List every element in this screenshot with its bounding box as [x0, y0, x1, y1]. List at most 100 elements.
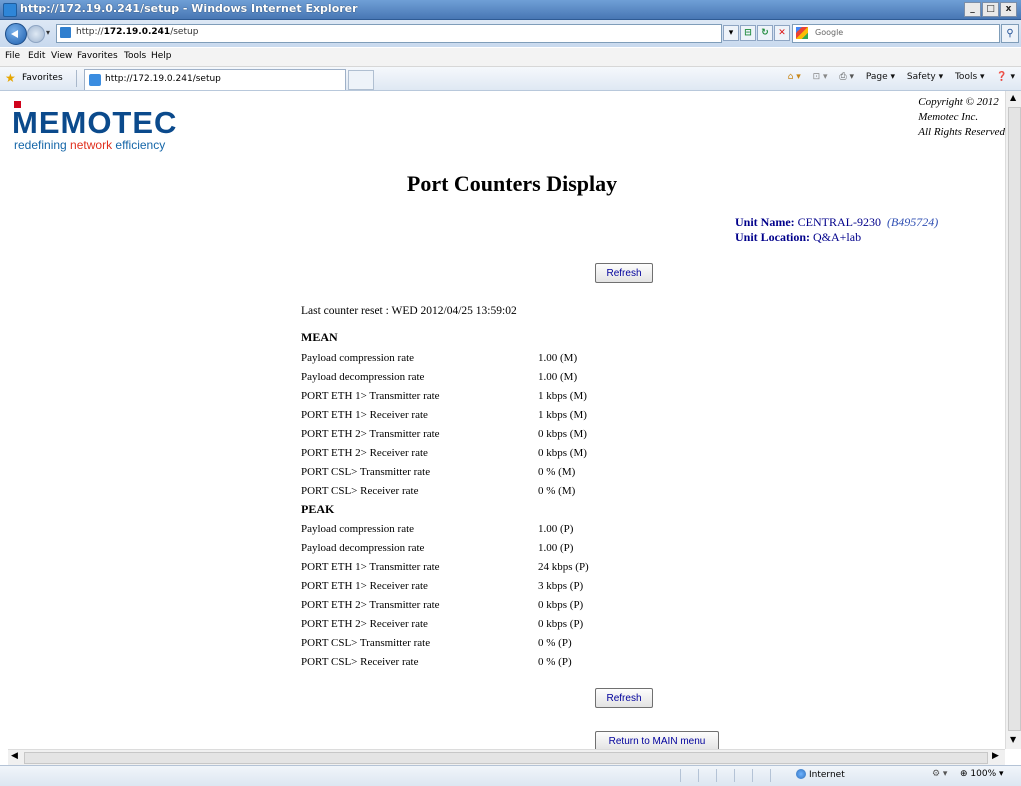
window-title: http://172.19.0.241/setup - Windows Inte… — [20, 2, 358, 15]
minimize-button[interactable]: _ — [964, 2, 981, 17]
address-input[interactable]: http://172.19.0.241/setup — [56, 24, 722, 43]
safety-menu[interactable]: Safety ▾ — [907, 72, 943, 82]
copyright-notice: Copyright © 2012 Memotec Inc. All Rights… — [918, 95, 1005, 140]
page-menu[interactable]: Page ▾ — [866, 72, 895, 82]
refresh-button-top[interactable]: Refresh — [595, 263, 653, 283]
counter-label: PORT ETH 2> Transmitter rate — [301, 428, 440, 440]
counter-value: 0 % (M) — [538, 485, 576, 497]
search-icon[interactable]: ⚲ — [1001, 24, 1019, 43]
company-line: Memotec Inc. — [918, 111, 979, 123]
page-icon — [60, 27, 71, 38]
unit-serial: (B495724) — [886, 215, 939, 229]
logo-red-square — [14, 101, 21, 108]
maximize-button[interactable]: □ — [982, 2, 999, 17]
status-cell — [752, 769, 765, 782]
menu-edit[interactable]: Edit — [28, 51, 45, 61]
menu-tools[interactable]: Tools — [124, 51, 146, 61]
ie-icon — [3, 3, 17, 17]
counter-row: Payload compression rate 1.00 (P) — [301, 523, 601, 535]
refresh-icon[interactable]: ↻ — [757, 25, 773, 41]
peak-heading: PEAK — [301, 502, 335, 516]
unit-location-value: Q&A+lab — [813, 230, 862, 244]
page-content: MEMOTEC redefining network efficiency Co… — [8, 91, 1005, 749]
new-tab-button[interactable] — [348, 70, 374, 90]
counter-label: Payload compression rate — [301, 352, 415, 364]
forward-button[interactable] — [27, 25, 45, 43]
counter-label: PORT CSL> Receiver rate — [301, 656, 419, 668]
counter-label: PORT ETH 2> Transmitter rate — [301, 599, 440, 611]
scroll-down-arrow[interactable]: ▼ — [1010, 735, 1016, 744]
horizontal-scrollbar[interactable]: ◀ ▶ — [8, 749, 1005, 765]
menu-help[interactable]: Help — [151, 51, 172, 61]
unit-name-label: Unit Name: — [735, 215, 795, 229]
security-zone[interactable]: Internet — [796, 769, 845, 780]
favorites-button[interactable]: Favorites — [22, 73, 63, 83]
vertical-scroll-thumb[interactable] — [1008, 107, 1021, 731]
scroll-left-arrow[interactable]: ◀ — [11, 751, 18, 761]
back-button[interactable] — [5, 23, 27, 45]
address-dropdown-button[interactable]: ▾ — [723, 25, 739, 41]
tools-menu[interactable]: Tools ▾ — [955, 72, 985, 82]
counter-value: 0 kbps (P) — [538, 599, 584, 611]
counter-value: 3 kbps (P) — [538, 580, 584, 592]
tab-title: http://172.19.0.241/setup — [105, 74, 221, 84]
google-icon — [796, 27, 808, 39]
stop-icon[interactable]: ✕ — [774, 25, 790, 41]
browser-tab[interactable]: http://172.19.0.241/setup — [84, 69, 346, 90]
counter-label: PORT ETH 1> Receiver rate — [301, 580, 428, 592]
print-icon[interactable]: ⎙ ▾ — [839, 72, 854, 82]
recent-pages-dropdown[interactable]: ▾ — [46, 28, 50, 37]
counter-value: 0 kbps (M) — [538, 428, 587, 440]
counter-label: PORT ETH 1> Receiver rate — [301, 409, 428, 421]
refresh-button-bottom[interactable]: Refresh — [595, 688, 653, 708]
counter-row: PORT CSL> Receiver rate 0 % (M) — [301, 485, 601, 497]
last-reset-text: Last counter reset : WED 2012/04/25 13:5… — [301, 305, 517, 317]
globe-icon — [796, 769, 806, 779]
counter-value: 1 kbps (M) — [538, 390, 587, 402]
counter-label: PORT CSL> Transmitter rate — [301, 637, 431, 649]
ie-page-icon — [89, 74, 101, 86]
menu-view[interactable]: View — [51, 51, 72, 61]
help-menu[interactable]: ❓ ▾ — [996, 72, 1015, 82]
counter-row: PORT CSL> Receiver rate 0 % (P) — [301, 656, 601, 668]
counter-value: 0 % (P) — [538, 656, 572, 668]
scroll-up-arrow[interactable]: ▲ — [1010, 93, 1016, 102]
counter-label: PORT ETH 2> Receiver rate — [301, 618, 428, 630]
window-title-bar[interactable]: http://172.19.0.241/setup - Windows Inte… — [0, 0, 1021, 20]
counter-row: PORT ETH 1> Receiver rate 3 kbps (P) — [301, 580, 601, 592]
menu-favorites[interactable]: Favorites — [77, 51, 118, 61]
compatibility-icon[interactable]: ⊟ — [740, 25, 756, 41]
close-button[interactable]: x — [1000, 2, 1017, 17]
zoom-level[interactable]: ⊕ 100% ▾ — [960, 769, 1004, 779]
counter-label: Payload decompression rate — [301, 542, 425, 554]
counter-value: 0 kbps (M) — [538, 447, 587, 459]
counter-row: PORT ETH 2> Receiver rate 0 kbps (P) — [301, 618, 601, 630]
counter-row: Payload compression rate 1.00 (M) — [301, 352, 601, 364]
counter-row: Payload decompression rate 1.00 (M) — [301, 371, 601, 383]
memotec-logo: MEMOTEC redefining network efficiency — [12, 101, 177, 152]
favorites-star-icon[interactable]: ★ — [5, 71, 16, 85]
counter-value: 1.00 (P) — [538, 523, 574, 535]
frame-edge — [0, 91, 8, 764]
command-bar: ⌂ ▾ ⊡ ▾ ⎙ ▾ Page ▾ Safety ▾ Tools ▾ ❓ ▾ — [779, 72, 1015, 82]
counter-row: PORT ETH 2> Transmitter rate 0 kbps (P) — [301, 599, 601, 611]
status-cell — [680, 769, 693, 782]
scroll-right-arrow[interactable]: ▶ — [992, 751, 999, 761]
rights-line: All Rights Reserved — [918, 126, 1005, 138]
divider — [76, 70, 77, 87]
search-input[interactable]: Google — [792, 24, 1000, 43]
vertical-scrollbar[interactable]: ▲ ▼ — [1005, 91, 1021, 749]
counter-value: 24 kbps (P) — [538, 561, 589, 573]
feeds-icon[interactable]: ⊡ ▾ — [813, 72, 828, 82]
counter-label: Payload compression rate — [301, 523, 415, 535]
protected-mode-icon[interactable]: ⚙ ▾ — [932, 769, 947, 779]
return-main-menu-button[interactable]: Return to MAIN menu — [595, 731, 719, 749]
counter-label: PORT ETH 2> Receiver rate — [301, 447, 428, 459]
mean-heading: MEAN — [301, 330, 338, 344]
status-cell — [770, 769, 783, 782]
horizontal-scroll-thumb[interactable] — [24, 752, 988, 764]
home-icon[interactable]: ⌂ ▾ — [788, 72, 801, 82]
favorites-bar: ★ Favorites http://172.19.0.241/setup ⌂ … — [0, 67, 1021, 91]
copyright-line: Copyright © 2012 — [918, 96, 999, 108]
menu-file[interactable]: File — [5, 51, 20, 61]
